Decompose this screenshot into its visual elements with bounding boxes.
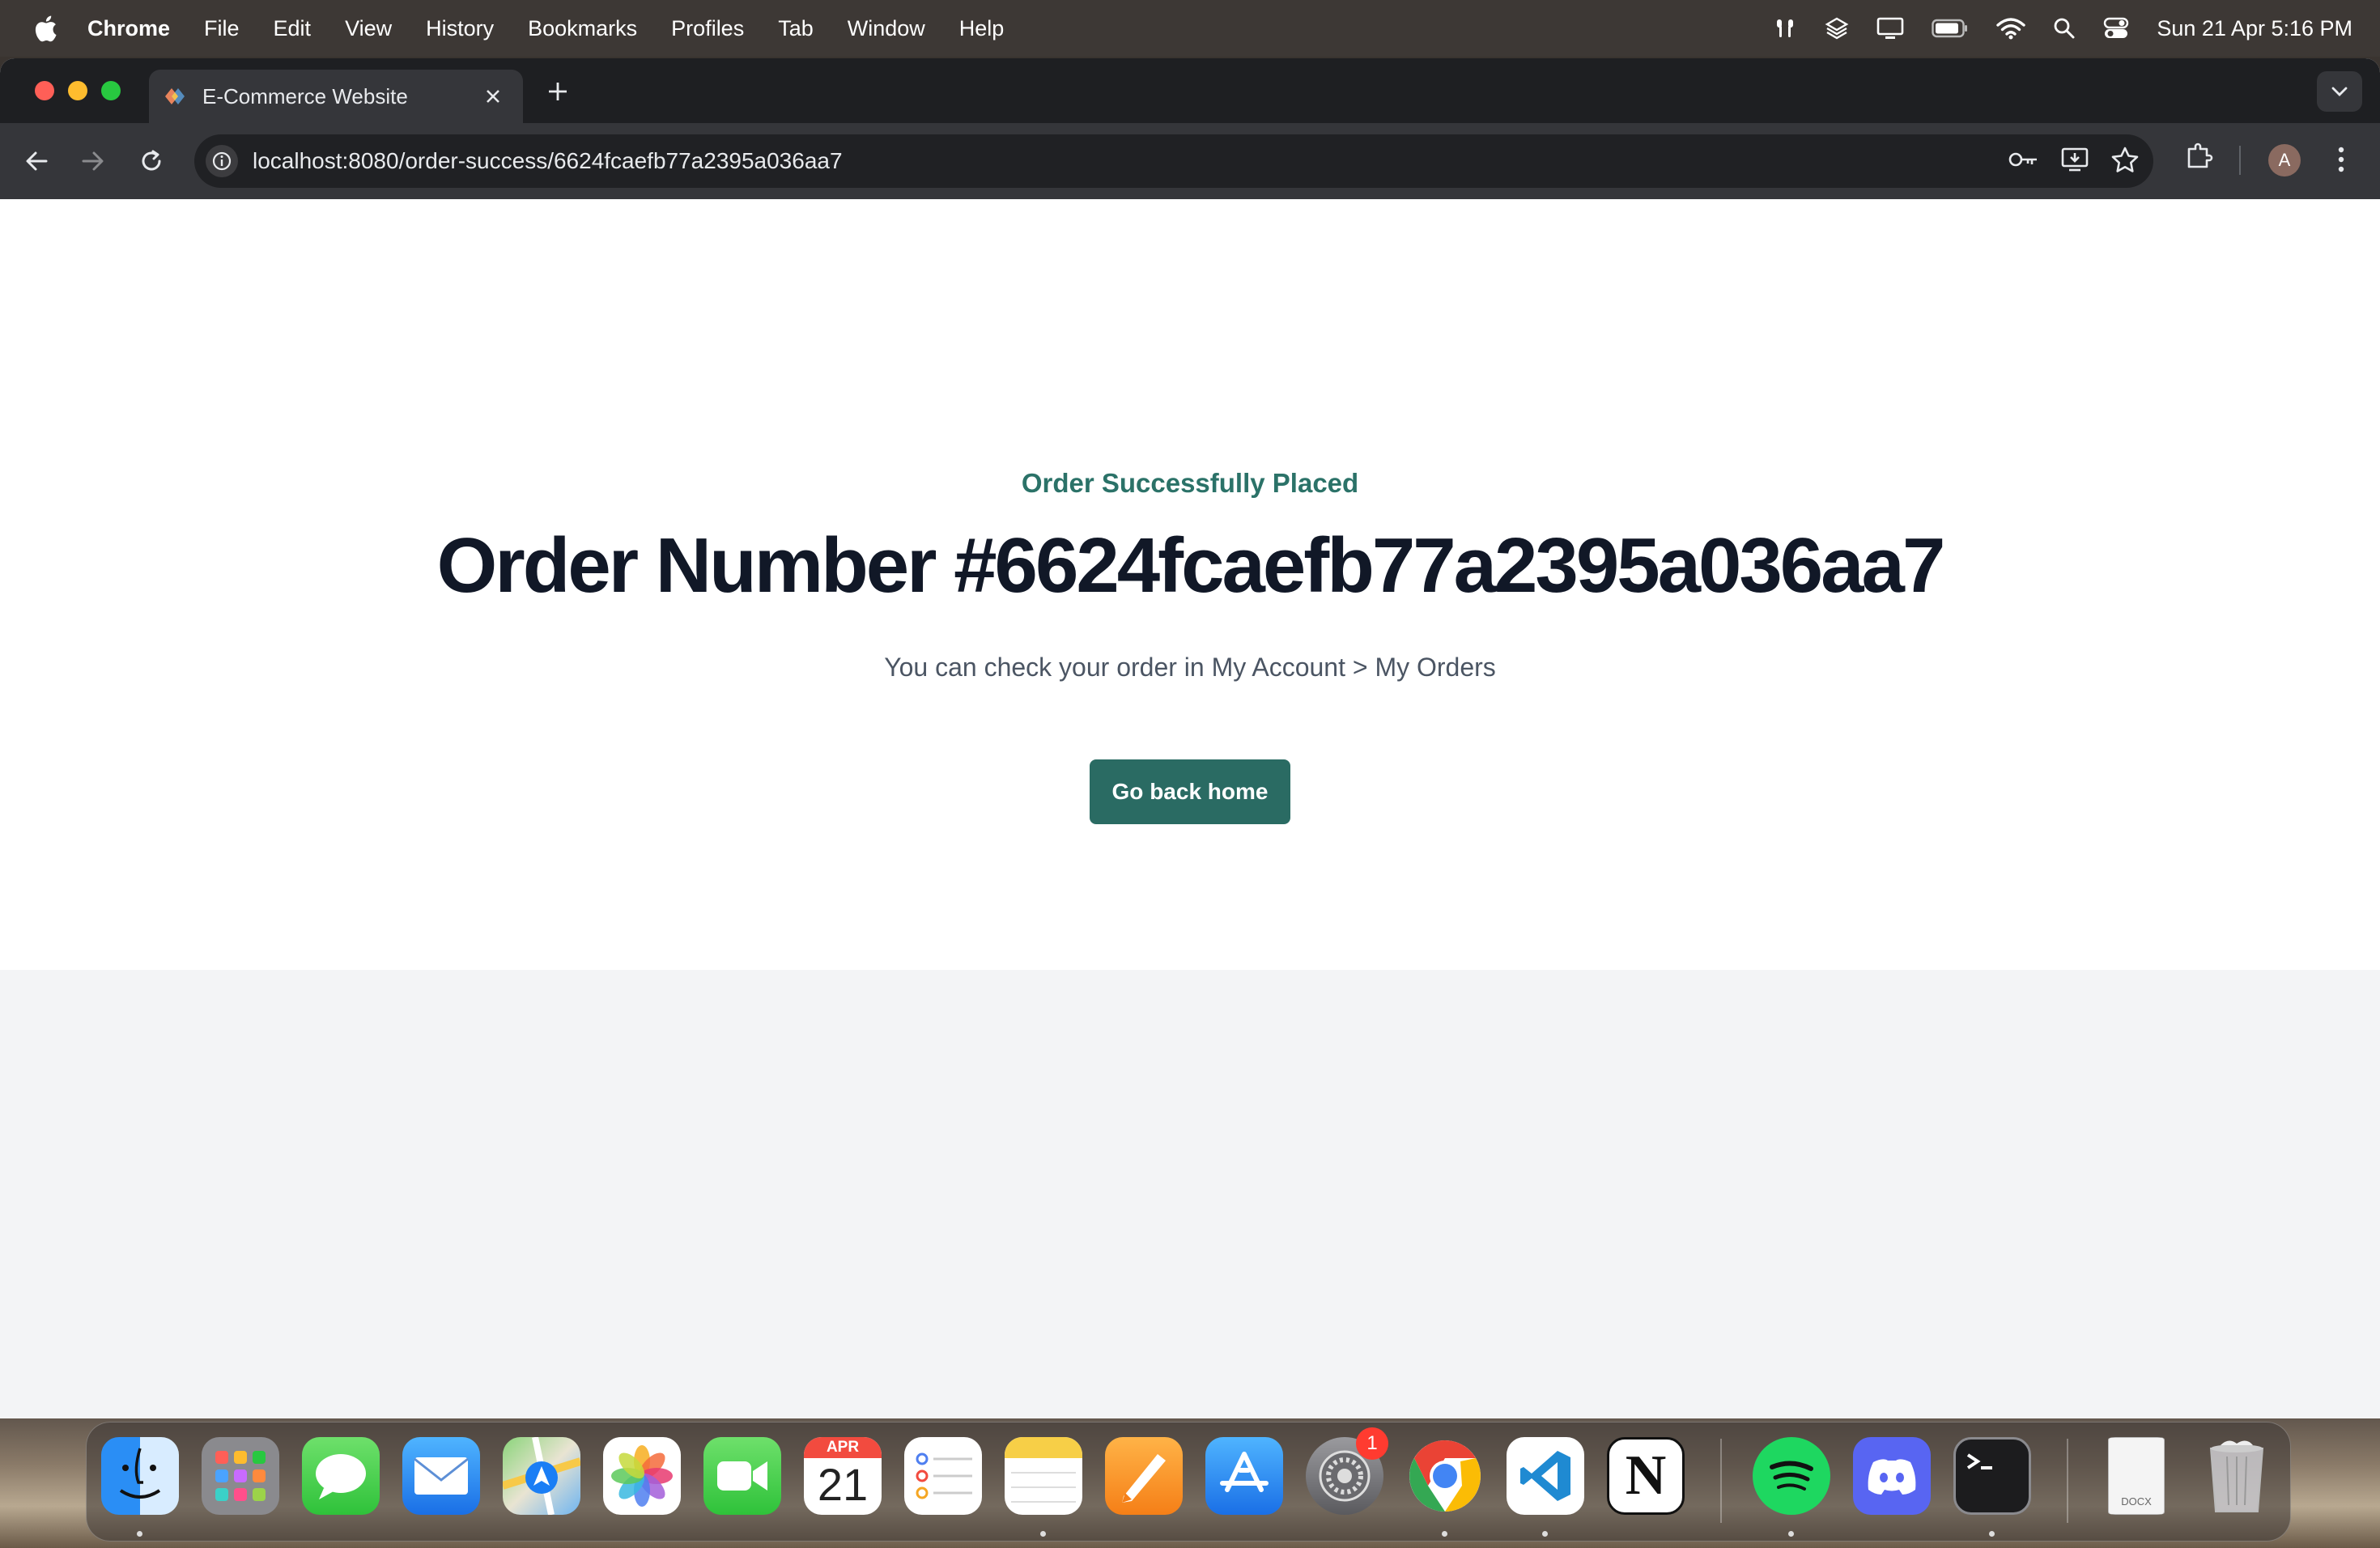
pages-icon[interactable]	[1105, 1437, 1183, 1515]
extensions-icon[interactable]	[2184, 141, 2213, 170]
go-back-home-button[interactable]: Go back home	[1090, 759, 1290, 824]
app-store-icon[interactable]	[1205, 1437, 1283, 1515]
notes-icon[interactable]	[1005, 1437, 1082, 1515]
browser-window: E-Commerce Website localhost:8080/order-…	[0, 58, 2380, 1418]
spotify-icon[interactable]	[1753, 1437, 1830, 1515]
menu-tab[interactable]: Tab	[778, 16, 814, 41]
profile-initial: A	[2268, 144, 2301, 176]
notion-icon[interactable]: N	[1607, 1437, 1685, 1515]
dock-separator	[1720, 1439, 1722, 1523]
back-arrow-icon[interactable]	[18, 142, 55, 180]
discord-icon[interactable]	[1853, 1437, 1931, 1515]
finder-icon[interactable]	[101, 1437, 179, 1515]
tab-title: E-Commerce Website	[202, 83, 408, 108]
menu-bar: Chrome File Edit View History Bookmarks …	[0, 0, 2380, 57]
calendar-day: 21	[817, 1459, 869, 1510]
tab-ecommerce[interactable]: E-Commerce Website	[149, 70, 523, 123]
password-key-icon[interactable]	[2008, 150, 2040, 173]
menu-help[interactable]: Help	[959, 16, 1005, 41]
docx-label: DOCX	[2121, 1495, 2152, 1508]
apple-menu-icon[interactable]	[31, 12, 60, 45]
calendar-icon[interactable]: APR 21	[804, 1437, 882, 1515]
spotify-running-dot	[1788, 1531, 1794, 1537]
menu-bookmarks[interactable]: Bookmarks	[528, 16, 637, 41]
page-content: Order Successfully Placed Order Number #…	[0, 199, 2380, 1418]
finder-running-dot	[137, 1531, 142, 1537]
url-text[interactable]: localhost:8080/order-success/6624fcaefb7…	[253, 148, 843, 174]
new-tab-button[interactable]	[541, 74, 575, 108]
airpods-icon[interactable]	[1773, 16, 1797, 40]
terminal-icon[interactable]	[1953, 1437, 2031, 1515]
close-window-button[interactable]	[35, 81, 54, 100]
notion-logo: N	[1625, 1444, 1667, 1507]
reminders-icon[interactable]	[904, 1437, 982, 1515]
dock-separator-2	[2067, 1439, 2068, 1523]
battery-icon[interactable]	[1932, 18, 1969, 39]
address-bar[interactable]: localhost:8080/order-success/6624fcaefb7…	[194, 134, 2153, 188]
facetime-icon[interactable]	[703, 1437, 781, 1515]
profile-avatar[interactable]: A	[2268, 144, 2301, 176]
tab-search-chevron-icon[interactable]	[2317, 71, 2362, 112]
order-instructions-text: You can check your order in My Account >…	[884, 653, 1496, 682]
maps-icon[interactable]	[503, 1437, 580, 1515]
reload-icon[interactable]	[133, 142, 170, 180]
menu-file[interactable]: File	[204, 16, 240, 41]
wifi-icon[interactable]	[1996, 17, 2026, 40]
browser-toolbar: localhost:8080/order-success/6624fcaefb7…	[0, 123, 2380, 199]
vscode-running-dot	[1542, 1531, 1548, 1537]
menu-window[interactable]: Window	[848, 16, 925, 41]
chrome-menu-icon[interactable]	[2336, 146, 2346, 173]
display-icon[interactable]	[1876, 16, 1904, 40]
docx-file-icon[interactable]: DOCX	[2097, 1437, 2175, 1515]
messages-icon[interactable]	[302, 1437, 380, 1515]
launchpad-icon[interactable]	[202, 1437, 279, 1515]
dock: APR 21 1 N DOCX	[86, 1422, 2291, 1542]
order-status-label: Order Successfully Placed	[1021, 468, 1359, 498]
site-info-icon[interactable]	[206, 145, 238, 177]
order-success-section: Order Successfully Placed Order Number #…	[0, 199, 2380, 970]
calendar-month: APR	[804, 1437, 882, 1458]
control-center-icon[interactable]	[2103, 17, 2129, 40]
tab-favicon-icon	[162, 83, 188, 109]
menu-edit[interactable]: Edit	[274, 16, 312, 41]
menu-bar-clock[interactable]: Sun 21 Apr 5:16 PM	[2157, 16, 2352, 41]
chrome-icon[interactable]	[1406, 1437, 1484, 1515]
install-app-icon[interactable]	[2061, 147, 2090, 176]
status-bar: Sun 21 Apr 5:16 PM	[1773, 0, 2352, 57]
layers-icon[interactable]	[1825, 16, 1849, 40]
chrome-running-dot	[1442, 1531, 1447, 1537]
terminal-running-dot	[1989, 1531, 1995, 1537]
photos-icon[interactable]	[603, 1437, 681, 1515]
tab-close-icon[interactable]	[479, 83, 507, 110]
order-number-heading: Order Number #6624fcaefb77a2395a036aa7	[436, 522, 1946, 609]
bookmark-star-icon[interactable]	[2111, 147, 2139, 176]
trash-icon[interactable]	[2198, 1437, 2276, 1515]
spotlight-search-icon[interactable]	[2053, 17, 2076, 40]
window-controls	[35, 81, 121, 100]
menu-view[interactable]: View	[345, 16, 392, 41]
menu-profiles[interactable]: Profiles	[671, 16, 744, 41]
toolbar-divider	[2239, 146, 2241, 175]
minimize-window-button[interactable]	[68, 81, 87, 100]
menu-history[interactable]: History	[426, 16, 494, 41]
settings-notification-badge: 1	[1356, 1427, 1388, 1460]
zoom-window-button[interactable]	[101, 81, 121, 100]
vscode-icon[interactable]	[1507, 1437, 1584, 1515]
notes-running-dot	[1040, 1531, 1046, 1537]
forward-arrow-icon[interactable]	[74, 142, 112, 180]
menu-app-name[interactable]: Chrome	[87, 16, 170, 41]
address-bar-actions	[2008, 141, 2139, 181]
tab-strip: E-Commerce Website	[0, 58, 2380, 123]
mail-icon[interactable]	[402, 1437, 480, 1515]
